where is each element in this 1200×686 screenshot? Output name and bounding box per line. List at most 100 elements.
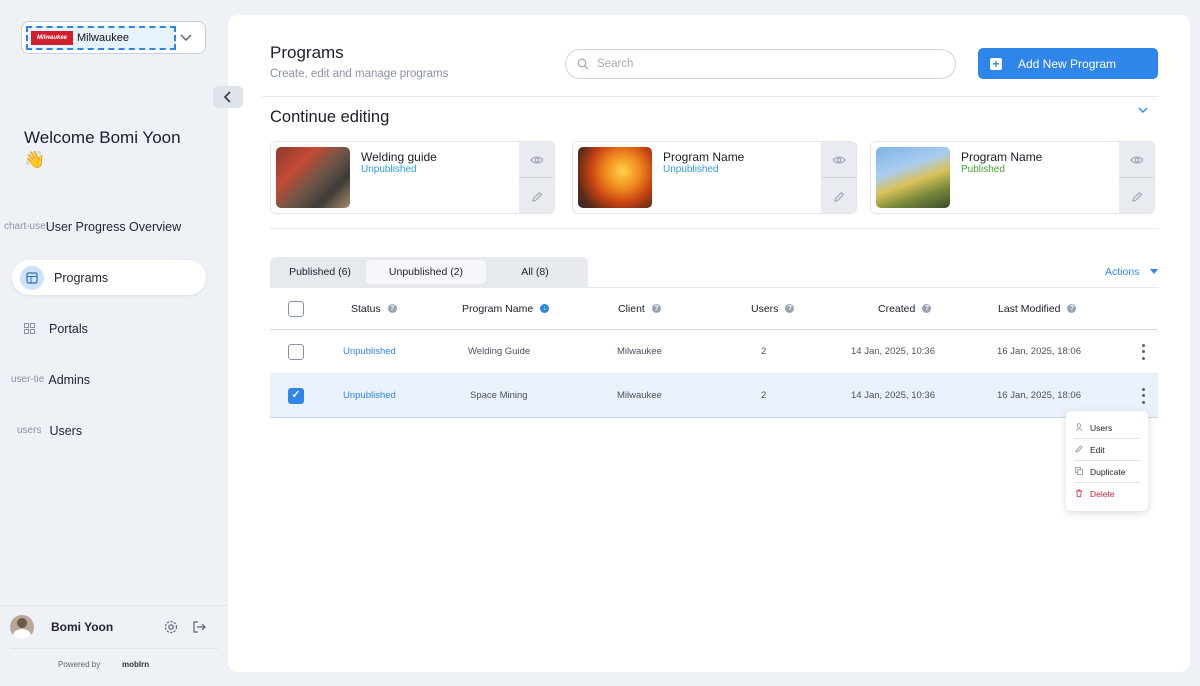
column-label: Created [878,302,916,315]
column-client[interactable]: Client? [618,288,661,329]
edit-button[interactable] [821,179,856,213]
welding-thumbnail [276,147,350,208]
add-new-program-button[interactable]: + Add New Program [978,48,1158,79]
search-box[interactable] [565,49,956,79]
info-icon[interactable]: ? [922,304,932,313]
sidebar-item-label: Programs [54,270,109,285]
avatar[interactable] [10,615,34,639]
row-users: 2 [761,390,767,401]
column-label: Status [351,302,381,315]
menu-item-label: Users [1090,422,1113,433]
view-button[interactable] [821,142,856,178]
table-header: Status? Program Name ↓ Client? Users? Cre… [270,287,1158,330]
user-tie-icon: user-tie [11,374,45,385]
client-selector[interactable]: Milwaukee Milwaukee [21,21,206,54]
main-panel: Programs Create, edit and manage program… [228,15,1190,672]
logout-icon[interactable] [191,619,207,635]
tab-all[interactable]: All (8) [486,260,584,284]
card-actions [821,142,856,213]
row-program-name: Space Mining [470,390,528,401]
plus-icon: + [990,57,1002,70]
welcome-message: Welcome Bomi Yoon 👋 [24,128,181,169]
row-context-menu: Users Edit Duplicate Delete [1066,411,1148,511]
copy-icon [1074,466,1084,477]
program-card[interactable]: Program Name Unpublished [572,141,857,214]
actions-dropdown[interactable]: Actions [1105,266,1139,278]
more-vertical-icon [1138,387,1148,404]
sidebar-item-users[interactable]: users Users [0,413,206,448]
chart-use-icon: chart-use [4,221,46,232]
info-icon[interactable]: ? [1067,304,1077,313]
table-row[interactable]: Unpublished Welding Guide Milwaukee 2 14… [270,330,1158,374]
status-tabs: Published (6) Unpublished (2) All (8) [270,257,588,287]
add-button-label: Add New Program [1018,56,1117,71]
program-card[interactable]: Welding guide Unpublished [270,141,555,214]
sidebar-item-programs[interactable]: Programs [12,260,206,295]
column-status[interactable]: Status? [351,288,397,329]
row-checkbox[interactable]: ✓ [288,387,304,404]
column-last-modified[interactable]: Last Modified? [998,288,1077,329]
column-program-name[interactable]: Program Name ↓ [462,288,550,329]
edit-button[interactable] [519,179,554,213]
view-button[interactable] [1119,142,1154,178]
search-input[interactable] [597,58,937,70]
page-subtitle: Create, edit and manage programs [270,68,449,80]
card-actions [1119,142,1154,213]
menu-item-edit[interactable]: Edit [1074,439,1140,461]
pencil-icon [531,191,542,202]
client-logo: Milwaukee [31,31,73,45]
card-actions [519,142,554,213]
column-label: Users [751,302,779,315]
trash-icon [1074,489,1084,499]
menu-item-delete[interactable]: Delete [1074,483,1140,505]
select-all-checkbox[interactable] [288,300,304,317]
card-status: Unpublished [663,164,719,175]
card-status: Unpublished [361,164,417,175]
program-card[interactable]: Program Name Published [870,141,1155,214]
info-icon[interactable]: ? [651,304,661,313]
sidebar-item-user-progress[interactable]: chart-use User Progress Overview [0,209,206,244]
info-icon[interactable]: ? [387,304,397,313]
footer-divider [10,648,218,649]
gear-icon[interactable] [163,619,179,635]
row-checkbox[interactable] [288,343,304,360]
menu-item-users[interactable]: Users [1074,417,1140,439]
sidebar-item-portals[interactable]: Portals [12,311,206,346]
view-button[interactable] [519,142,554,178]
menu-item-label: Edit [1090,444,1105,455]
menu-item-label: Delete [1090,489,1115,499]
pencil-icon [1074,444,1084,455]
eye-icon [831,155,846,164]
tab-published[interactable]: Published (6) [274,260,366,284]
collapse-sidebar-button[interactable] [213,86,243,108]
caret-down-icon[interactable] [1150,269,1158,274]
sidebar-footer: Bomi Yoon Powered by mobIrn [0,605,228,686]
page-title: Programs [270,43,344,62]
info-icon[interactable]: ? [785,304,795,313]
sidebar-item-label: Portals [49,321,88,336]
edit-button[interactable] [1119,179,1154,213]
user-icon [1074,422,1084,433]
row-status: Unpublished [343,346,396,357]
menu-item-duplicate[interactable]: Duplicate [1074,461,1140,483]
powered-by-label: Powered by [58,660,101,669]
column-label: Client [618,302,645,315]
column-users[interactable]: Users? [751,288,795,329]
grid-icon [24,323,35,334]
menu-item-label: Duplicate [1090,466,1126,477]
chevron-left-icon [223,91,231,103]
firefighter-thumbnail [578,147,652,208]
sidebar-item-label: Admins [48,372,91,387]
column-created[interactable]: Created? [878,288,932,329]
sort-icon[interactable]: ↓ [540,304,550,313]
chevron-down-icon[interactable] [1136,103,1150,117]
card-title: Welding guide [361,150,437,164]
column-label: Last Modified [998,302,1061,315]
divider [270,228,1158,229]
tab-unpublished[interactable]: Unpublished (2) [366,260,486,284]
brand-logo: mobIrn [122,660,150,669]
table-row[interactable]: ✓ Unpublished Space Mining Milwaukee 2 1… [270,374,1158,418]
row-more-button[interactable] [1138,330,1148,373]
users-icon: users [17,425,42,436]
sidebar-item-admins[interactable]: user-tie Admins [0,362,206,397]
